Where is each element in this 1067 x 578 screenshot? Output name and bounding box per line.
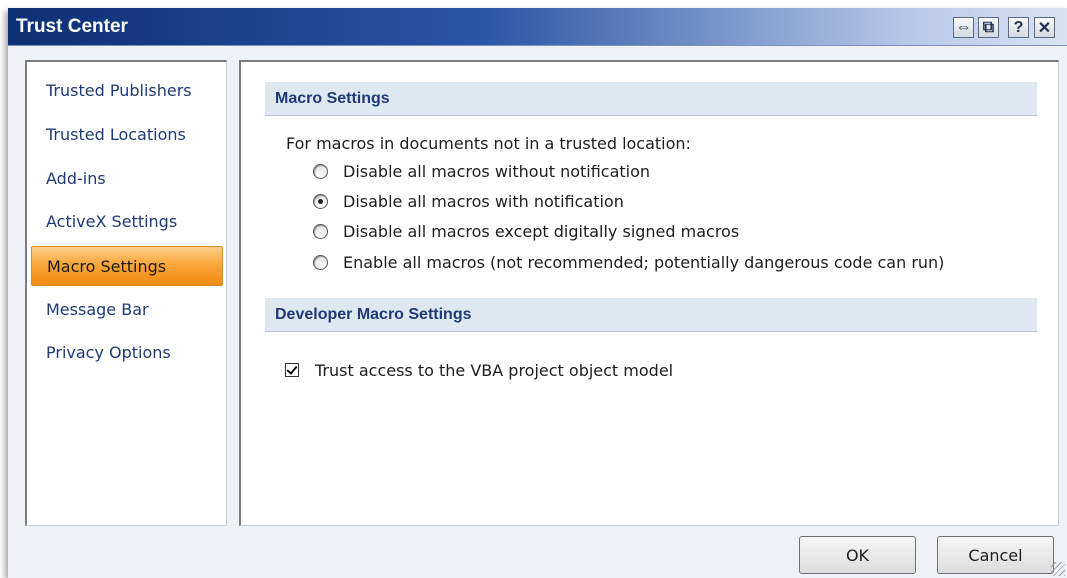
- radio-icon[interactable]: [313, 254, 328, 270]
- ok-button[interactable]: OK: [799, 536, 916, 574]
- radio-disable-with-notification[interactable]: Disable all macros with notification: [313, 189, 624, 213]
- sidebar-item-privacy-options[interactable]: Privacy Options: [31, 333, 223, 373]
- radio-disable-except-signed[interactable]: Disable all macros except digitally sign…: [313, 219, 739, 243]
- settings-panel: Macro Settings For macros in documents n…: [239, 60, 1059, 526]
- macro-settings-header: Macro Settings: [265, 82, 1037, 116]
- radio-enable-all-macros[interactable]: Enable all macros (not recommended; pote…: [313, 250, 944, 274]
- option-label: Enable all macros (not recommended; pote…: [343, 252, 945, 272]
- category-sidebar: Trusted Publishers Trusted Locations Add…: [25, 60, 227, 526]
- option-label: Disable all macros with notification: [343, 191, 624, 211]
- radio-disable-without-notification[interactable]: Disable all macros without notification: [313, 159, 650, 183]
- resize-grip-icon[interactable]: [1051, 562, 1065, 576]
- trust-center-dialog: Trust Center ⇔ ⧉ ? ✕ Trusted Publishers …: [8, 8, 1067, 578]
- sidebar-item-macro-settings[interactable]: Macro Settings: [31, 246, 223, 286]
- macro-prompt: For macros in documents not in a trusted…: [286, 134, 691, 153]
- option-label: Disable all macros without notification: [343, 161, 651, 181]
- title-bar[interactable]: Trust Center ⇔ ⧉ ? ✕: [8, 8, 1067, 46]
- cancel-button[interactable]: Cancel: [937, 536, 1054, 574]
- option-label: Disable all macros except digitally sign…: [343, 221, 740, 241]
- checkbox-checked-icon[interactable]: [285, 363, 299, 377]
- radio-icon[interactable]: [313, 223, 328, 239]
- radio-selected-icon[interactable]: [313, 193, 328, 209]
- sidebar-item-activex-settings[interactable]: ActiveX Settings: [31, 202, 223, 242]
- window-title: Trust Center: [16, 16, 128, 37]
- vba-trust-checkbox-row[interactable]: Trust access to the VBA project object m…: [285, 358, 673, 382]
- radio-icon[interactable]: [313, 163, 328, 179]
- sidebar-item-message-bar[interactable]: Message Bar: [31, 290, 223, 330]
- sidebar-item-trusted-locations[interactable]: Trusted Locations: [31, 115, 223, 155]
- sidebar-item-add-ins[interactable]: Add-ins: [31, 159, 223, 199]
- restore-icon[interactable]: ⧉: [978, 17, 999, 38]
- developer-settings-header: Developer Macro Settings: [265, 298, 1037, 332]
- close-icon[interactable]: ✕: [1034, 17, 1055, 38]
- help-icon[interactable]: ?: [1008, 17, 1029, 38]
- vba-trust-label: Trust access to the VBA project object m…: [315, 360, 674, 380]
- move-icon[interactable]: ⇔: [953, 17, 974, 38]
- sidebar-item-trusted-publishers[interactable]: Trusted Publishers: [31, 71, 223, 111]
